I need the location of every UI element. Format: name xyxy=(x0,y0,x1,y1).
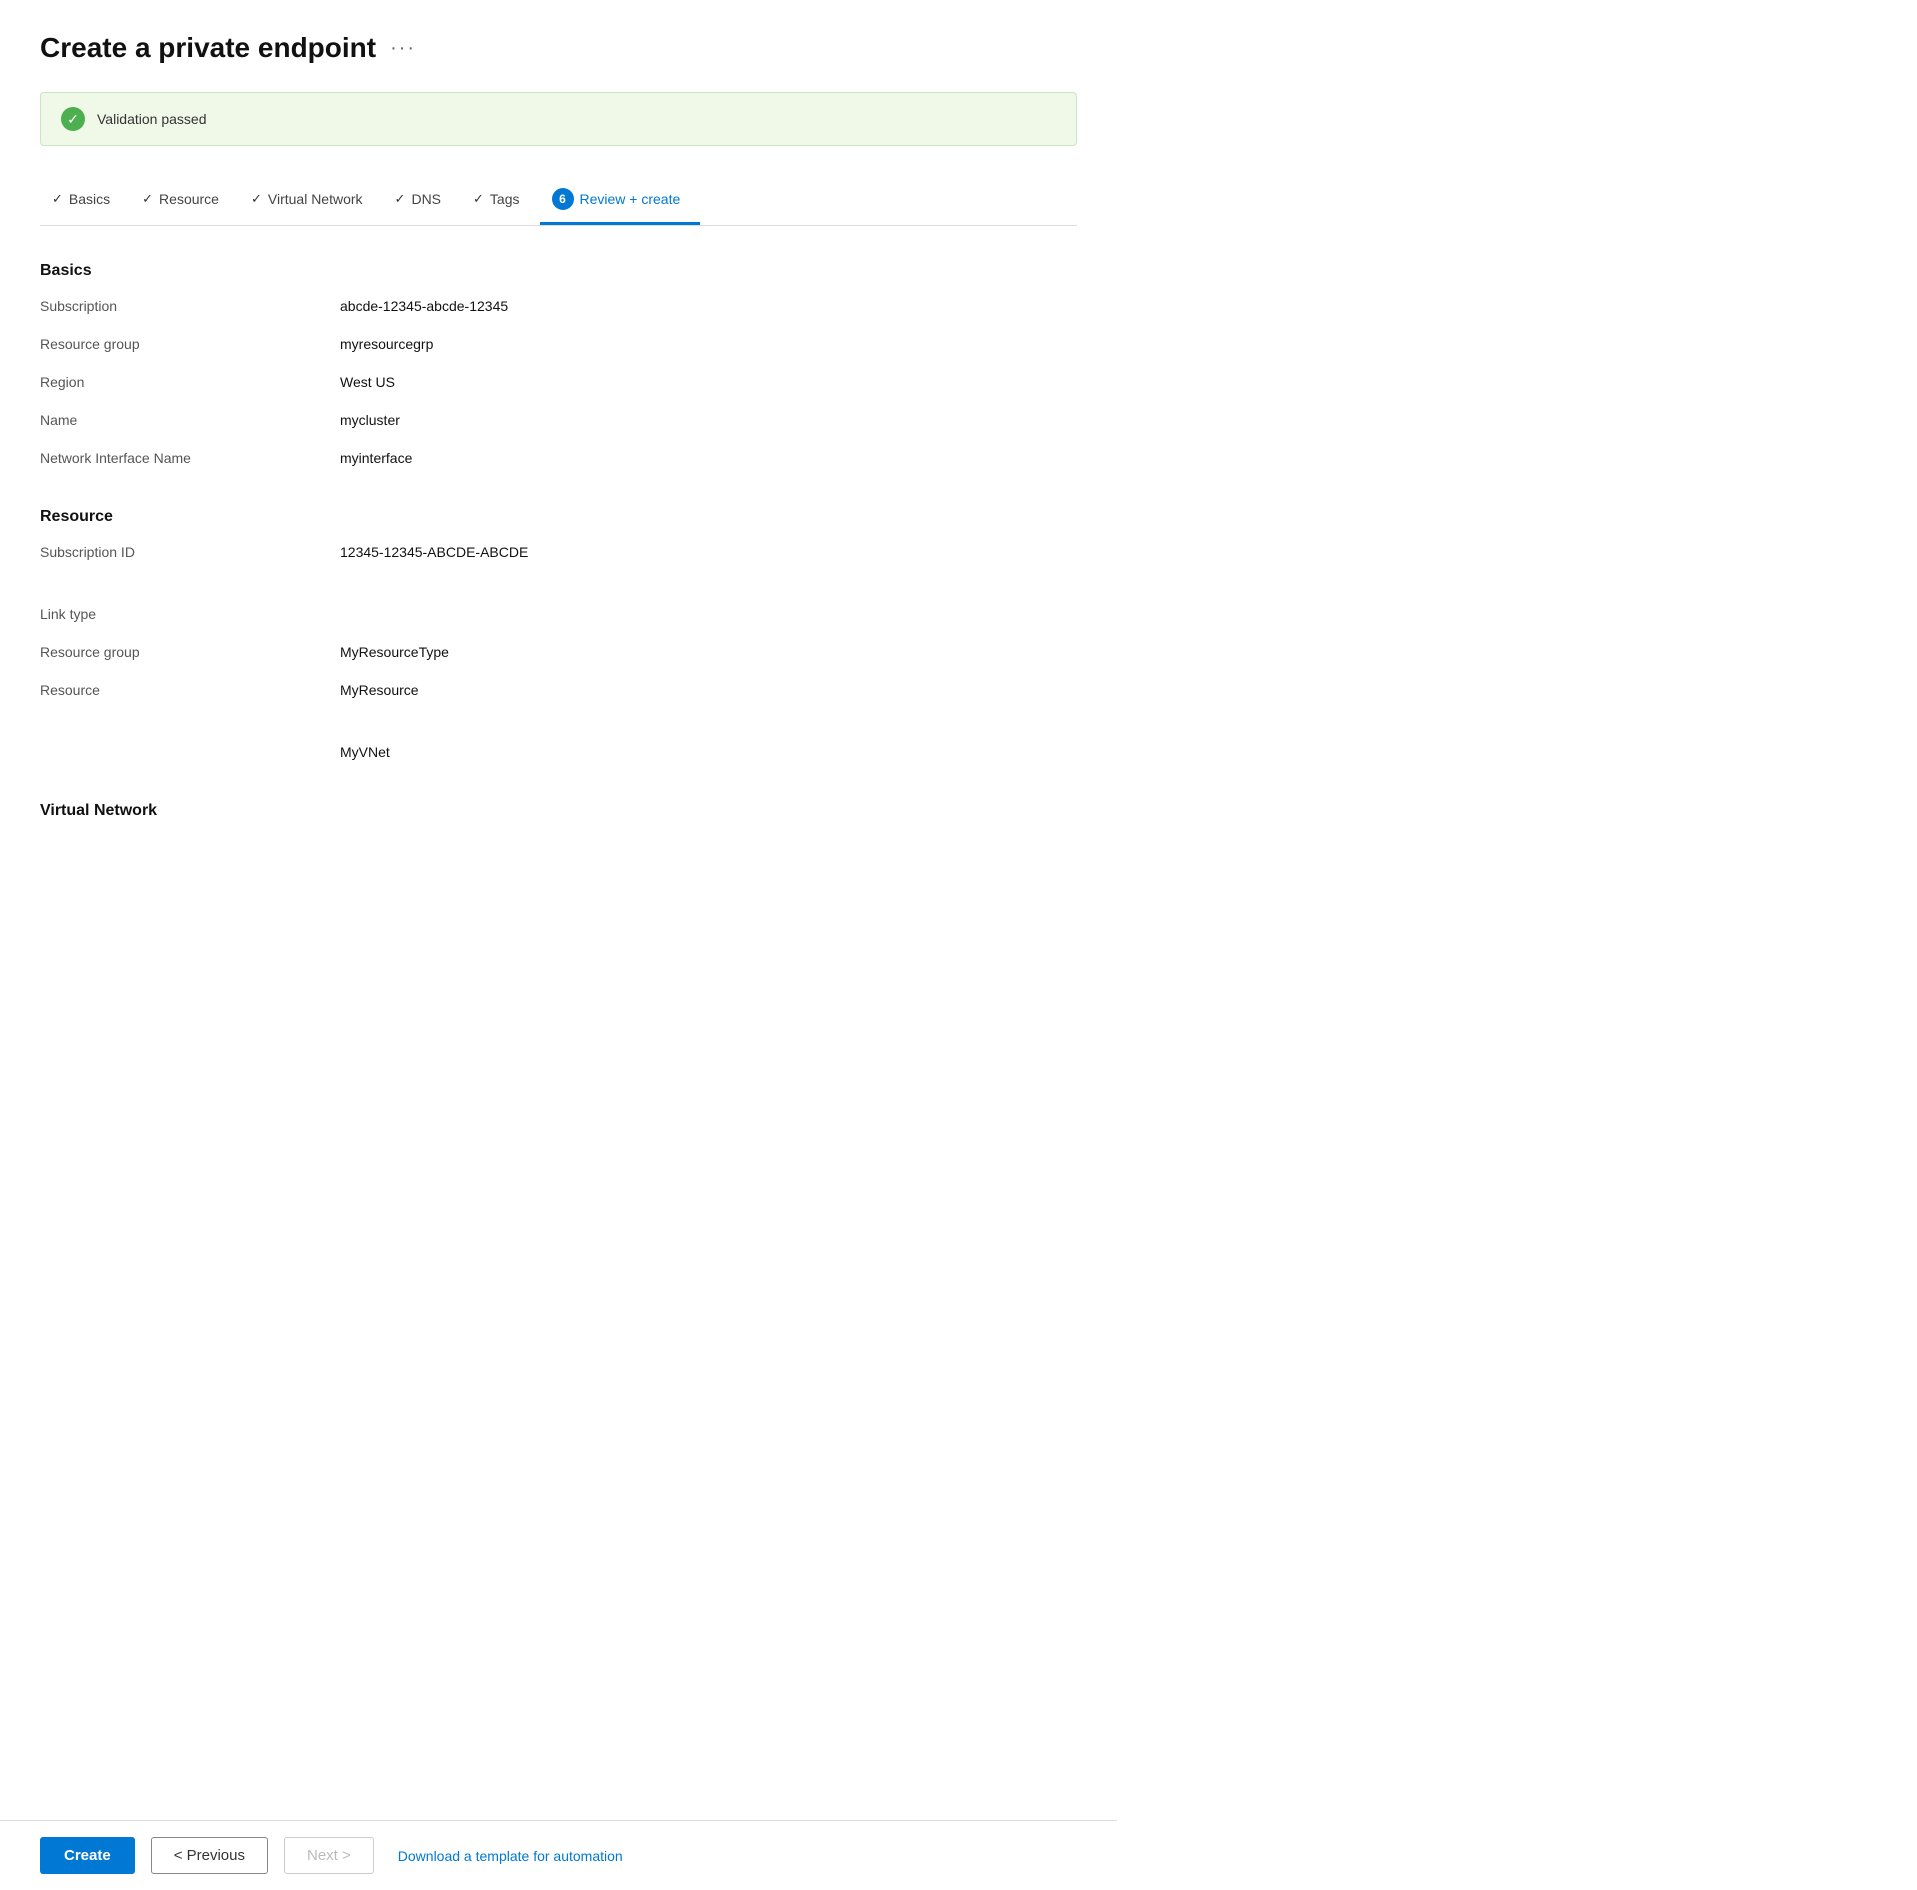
field-subscription-label: Subscription xyxy=(40,296,340,314)
tab-virtual-network[interactable]: ✓ Virtual Network xyxy=(239,181,383,222)
previous-button[interactable]: < Previous xyxy=(151,1837,268,1874)
spacer-1 xyxy=(40,580,1077,598)
field-link-type: Link type xyxy=(40,604,1077,632)
tab-review-badge: 6 xyxy=(552,188,574,210)
field-res-rg-label: Resource group xyxy=(40,642,340,660)
tab-dns-check: ✓ xyxy=(395,191,406,207)
field-subscription-id: Subscription ID 12345-12345-ABCDE-ABCDE xyxy=(40,542,1077,570)
field-name: Name mycluster xyxy=(40,410,1077,438)
page-title: Create a private endpoint xyxy=(40,32,376,64)
field-myvnet-label xyxy=(40,742,340,744)
tab-resource-label: Resource xyxy=(159,191,219,207)
tab-basics[interactable]: ✓ Basics xyxy=(40,181,130,222)
content-area: Basics Subscription abcde-12345-abcde-12… xyxy=(40,262,1077,972)
field-subscription-value: abcde-12345-abcde-12345 xyxy=(340,296,508,314)
field-name-value: mycluster xyxy=(340,410,400,428)
validation-banner: ✓ Validation passed xyxy=(40,92,1077,146)
tab-tags-check: ✓ xyxy=(473,191,484,207)
tab-basics-check: ✓ xyxy=(52,191,63,207)
resource-section-title: Resource xyxy=(40,508,1077,526)
virtual-network-section: Virtual Network xyxy=(40,802,1077,820)
tab-basics-label: Basics xyxy=(69,191,110,207)
field-region: Region West US xyxy=(40,372,1077,400)
ellipsis-menu[interactable]: ··· xyxy=(390,37,416,60)
field-nic-name: Network Interface Name myinterface xyxy=(40,448,1077,476)
field-link-type-label: Link type xyxy=(40,604,340,622)
create-button[interactable]: Create xyxy=(40,1837,135,1874)
field-resource-value: MyResource xyxy=(340,680,419,698)
validation-text: Validation passed xyxy=(97,111,206,127)
next-button: Next > xyxy=(284,1837,374,1874)
tab-vnet-label: Virtual Network xyxy=(268,191,363,207)
field-resource-group: Resource group myresourcegrp xyxy=(40,334,1077,362)
field-rg-value: myresourcegrp xyxy=(340,334,433,352)
tab-tags[interactable]: ✓ Tags xyxy=(461,181,539,222)
tabs-row: ✓ Basics ✓ Resource ✓ Virtual Network ✓ … xyxy=(40,178,1077,226)
field-resource: Resource MyResource xyxy=(40,680,1077,708)
tab-review-create[interactable]: 6 Review + create xyxy=(540,178,701,225)
tab-review-label: Review + create xyxy=(580,191,681,207)
download-template-link[interactable]: Download a template for automation xyxy=(398,1848,623,1864)
spacer-2 xyxy=(40,718,1077,736)
field-name-label: Name xyxy=(40,410,340,428)
basics-section: Basics Subscription abcde-12345-abcde-12… xyxy=(40,262,1077,476)
tab-resource[interactable]: ✓ Resource xyxy=(130,181,239,222)
field-myvnet: MyVNet xyxy=(40,742,1077,770)
field-myvnet-value: MyVNet xyxy=(340,742,390,760)
tab-vnet-check: ✓ xyxy=(251,191,262,207)
field-region-label: Region xyxy=(40,372,340,390)
vnet-section-title: Virtual Network xyxy=(40,802,1077,820)
page-title-row: Create a private endpoint ··· xyxy=(40,32,1077,64)
validation-check-icon: ✓ xyxy=(61,107,85,131)
tab-resource-check: ✓ xyxy=(142,191,153,207)
field-nic-value: myinterface xyxy=(340,448,412,466)
field-res-resource-group: Resource group MyResourceType xyxy=(40,642,1077,670)
field-res-rg-value: MyResourceType xyxy=(340,642,449,660)
field-rg-label: Resource group xyxy=(40,334,340,352)
field-nic-label: Network Interface Name xyxy=(40,448,340,466)
field-sub-id-value: 12345-12345-ABCDE-ABCDE xyxy=(340,542,528,560)
resource-section: Resource Subscription ID 12345-12345-ABC… xyxy=(40,508,1077,770)
tab-dns[interactable]: ✓ DNS xyxy=(383,181,461,222)
tab-tags-label: Tags xyxy=(490,191,520,207)
field-region-value: West US xyxy=(340,372,395,390)
field-resource-label: Resource xyxy=(40,680,340,698)
tab-dns-label: DNS xyxy=(411,191,441,207)
field-subscription: Subscription abcde-12345-abcde-12345 xyxy=(40,296,1077,324)
field-sub-id-label: Subscription ID xyxy=(40,542,340,560)
bottom-bar: Create < Previous Next > Download a temp… xyxy=(0,1820,1117,1890)
basics-section-title: Basics xyxy=(40,262,1077,280)
